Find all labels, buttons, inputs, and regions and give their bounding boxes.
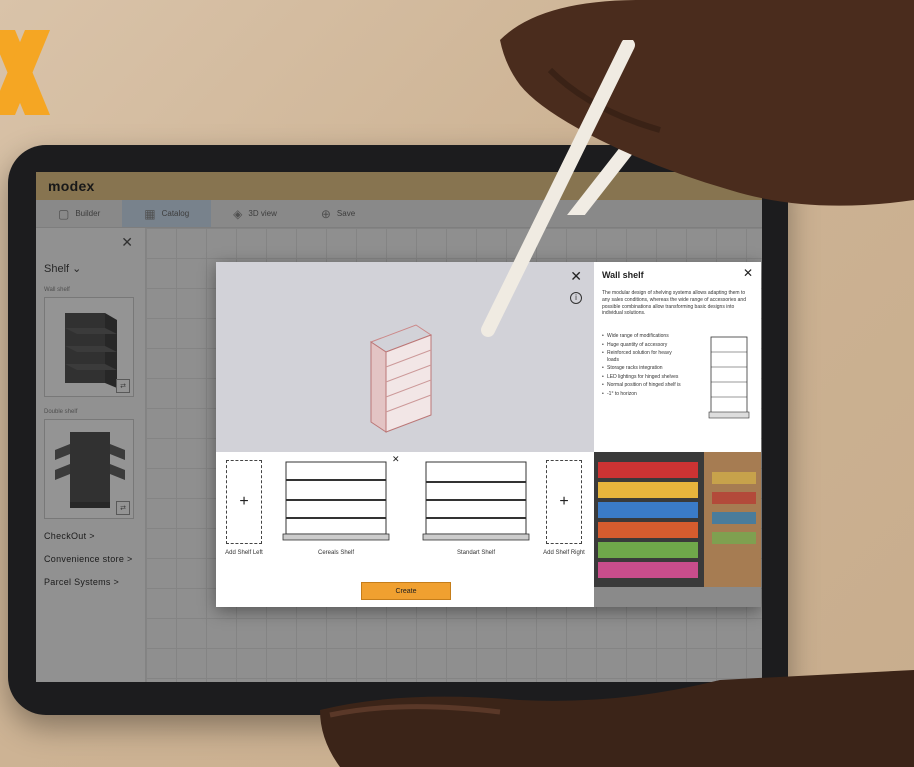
store-photo-image (594, 452, 761, 607)
feature-list: Wide range of modifications Huge quantit… (602, 333, 682, 397)
feature-item: Huge quantity of accessory (602, 342, 682, 349)
standart-shelf-unit[interactable] (421, 458, 531, 544)
add-shelf-left-button[interactable]: + (226, 460, 262, 544)
store-photo (594, 452, 761, 607)
add-shelf-left-label: Add Shelf Left (225, 550, 263, 556)
shelf-dimension-diagram (708, 336, 750, 419)
shelf-configurator: + Add Shelf Left ✕ Cereals Shelf Standar… (216, 452, 594, 607)
create-button[interactable]: Create (361, 582, 451, 600)
brand-x-logo (0, 30, 50, 115)
cereals-shelf-unit[interactable] (281, 458, 391, 544)
feature-item: Reinforced solution for heavy loads (602, 350, 682, 363)
cereals-shelf-label: Cereals Shelf (317, 550, 355, 556)
feature-item: Normal position of hinged shelf is (602, 382, 682, 389)
shelf-3d-render (369, 324, 433, 433)
add-shelf-right-button[interactable]: + (546, 460, 582, 544)
app-screen: modex ▢ Builder ▦ Catalog ◈ 3D view ⊕ Sa… (36, 172, 762, 682)
details-close-icon[interactable]: ✕ (743, 266, 753, 280)
feature-item: -1° to horizon (602, 391, 682, 398)
feature-item: LED lightings for hinged shelves (602, 374, 682, 381)
hand-holding-tablet (320, 670, 914, 767)
add-shelf-right-label: Add Shelf Right (543, 550, 585, 556)
stylus-pencil (481, 40, 635, 337)
feature-item: Storage racks integration (602, 365, 682, 372)
remove-shelf-icon[interactable]: ✕ (392, 454, 400, 465)
standart-shelf-label: Standart Shelf (456, 550, 496, 556)
